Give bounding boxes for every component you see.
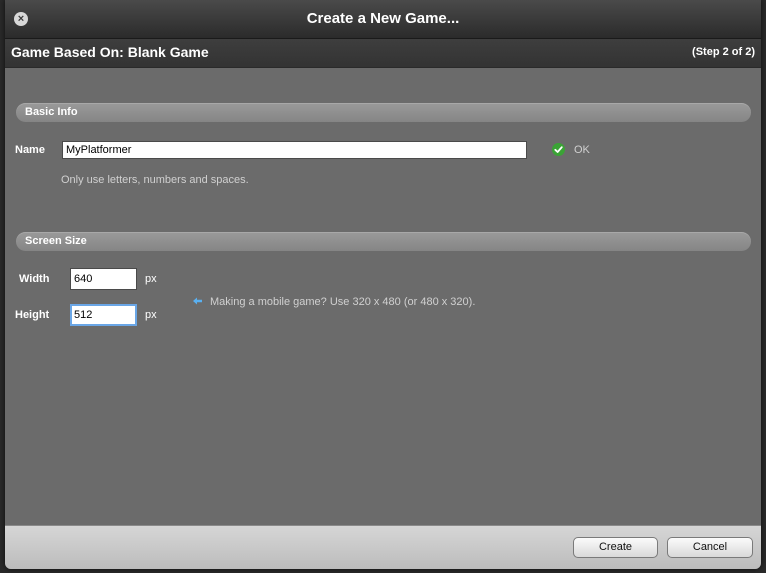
width-label: Width (19, 273, 50, 285)
create-button[interactable]: Create (573, 537, 658, 558)
dialog-footer: Create Cancel (5, 525, 761, 569)
name-label: Name (15, 144, 45, 156)
left-arrow-icon (193, 297, 202, 305)
game-template-title: Game Based On: Blank Game (11, 44, 209, 60)
height-unit: px (145, 309, 157, 321)
name-input[interactable] (62, 141, 527, 159)
width-unit: px (145, 273, 157, 285)
step-indicator: (Step 2 of 2) (692, 46, 755, 58)
dialog-title: Create a New Game... (306, 10, 460, 27)
width-input[interactable] (70, 268, 137, 290)
section-label: Basic Info (25, 106, 78, 118)
check-circle-icon (552, 143, 565, 156)
section-label: Screen Size (25, 235, 87, 247)
dialog-header: Game Based On: Blank Game (Step 2 of 2) (5, 39, 761, 68)
create-game-dialog: × Create a New Game... Game Based On: Bl… (5, 0, 761, 569)
height-input[interactable] (70, 304, 137, 326)
height-label: Height (15, 309, 50, 321)
name-hint: Only use letters, numbers and spaces. (61, 174, 249, 186)
basic-info-section-header: Basic Info (16, 103, 751, 122)
dialog-titlebar: × Create a New Game... (5, 0, 761, 39)
name-status-text: OK (574, 144, 590, 156)
cancel-button[interactable]: Cancel (667, 537, 753, 558)
screen-size-section-header: Screen Size (16, 232, 751, 251)
mobile-size-hint: Making a mobile game? Use 320 x 480 (or … (210, 296, 476, 308)
